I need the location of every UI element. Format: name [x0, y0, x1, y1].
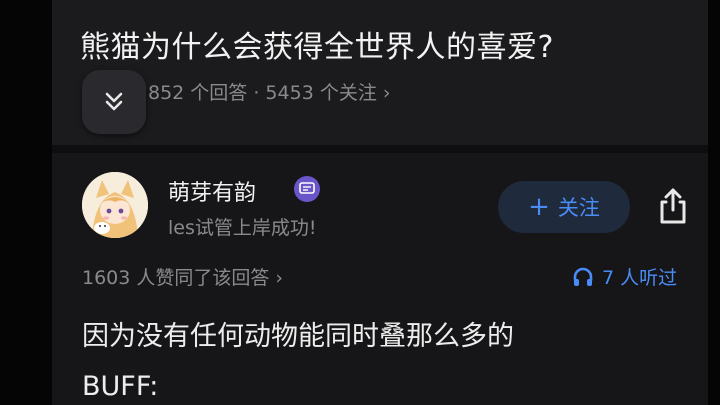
listen-label: 7 人听过 — [602, 267, 678, 289]
answer-line: BUFF: — [82, 371, 159, 402]
question-stats[interactable]: 852 个回答 · 5453 个关注 › — [148, 82, 390, 104]
listen-count[interactable]: 7 人听过 — [572, 263, 677, 290]
answer-line: 因为没有任何动物能同时叠那么多的 — [82, 321, 514, 352]
upvote-stats[interactable]: 1603 人赞同了该回答 › — [82, 263, 283, 290]
follow-button[interactable]: + 关注 — [498, 181, 630, 233]
expand-button[interactable] — [82, 70, 146, 134]
headphones-icon — [573, 267, 593, 286]
author-bio: les试管上岸成功! — [168, 217, 317, 239]
follow-label: 关注 — [557, 196, 600, 220]
answer-page: 熊猫为什么会获得全世界人的喜爱? 852 个回答 · 5453 个关注 › 萌芽… — [0, 0, 720, 405]
section-divider — [52, 145, 708, 153]
avatar-illustration — [82, 172, 148, 238]
chevron-double-down-icon — [105, 92, 123, 111]
author-name[interactable]: 萌芽有韵 — [168, 175, 256, 207]
share-icon[interactable] — [654, 186, 692, 226]
message-badge-icon — [299, 182, 315, 194]
author-badge[interactable] — [294, 176, 320, 202]
right-edge — [708, 0, 720, 405]
answer-content: 因为没有任何动物能同时叠那么多的 BUFF: — [82, 312, 682, 405]
left-edge — [0, 0, 52, 405]
plus-icon: + — [528, 192, 550, 222]
question-title[interactable]: 熊猫为什么会获得全世界人的喜爱? — [80, 22, 554, 66]
avatar[interactable] — [82, 172, 148, 238]
